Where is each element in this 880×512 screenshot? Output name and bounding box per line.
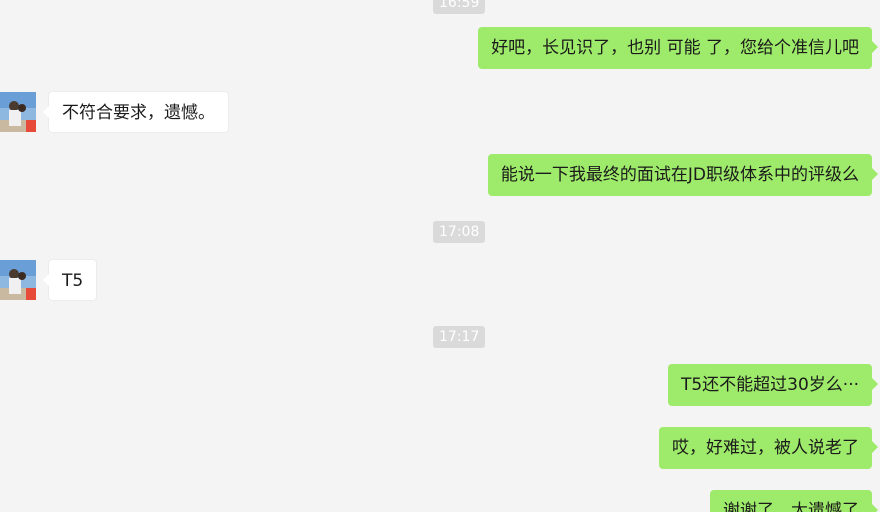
outgoing-message[interactable]: 谢谢了，太遗憾了 (710, 490, 878, 512)
contact-photo-avatar-icon (0, 260, 36, 300)
outgoing-message[interactable]: T5还不能超过30岁么··· (667, 364, 879, 406)
outgoing-message[interactable]: 哎，好难过，被人说老了 (659, 427, 878, 469)
contact-photo-avatar-icon (0, 92, 36, 132)
incoming-message[interactable]: 不符合要求，遗憾。 (43, 91, 229, 133)
timestamp: 17:08 (433, 221, 486, 243)
avatar[interactable] (0, 260, 36, 300)
outgoing-message[interactable]: 好吧，长见识了，也别 可能 了，您给个准信儿吧 (478, 27, 878, 69)
timestamp: 17:17 (433, 326, 486, 348)
avatar[interactable] (0, 92, 36, 132)
outgoing-message[interactable]: 能说一下我最终的面试在JD职级体系中的评级么 (487, 154, 879, 196)
incoming-message[interactable]: T5 (42, 259, 98, 301)
timestamp: 16:59 (433, 0, 486, 14)
chat-window: 16:59 好吧，长见识了，也别 可能 了，您给个准信儿吧 不符合要求，遗憾。 … (0, 0, 880, 512)
